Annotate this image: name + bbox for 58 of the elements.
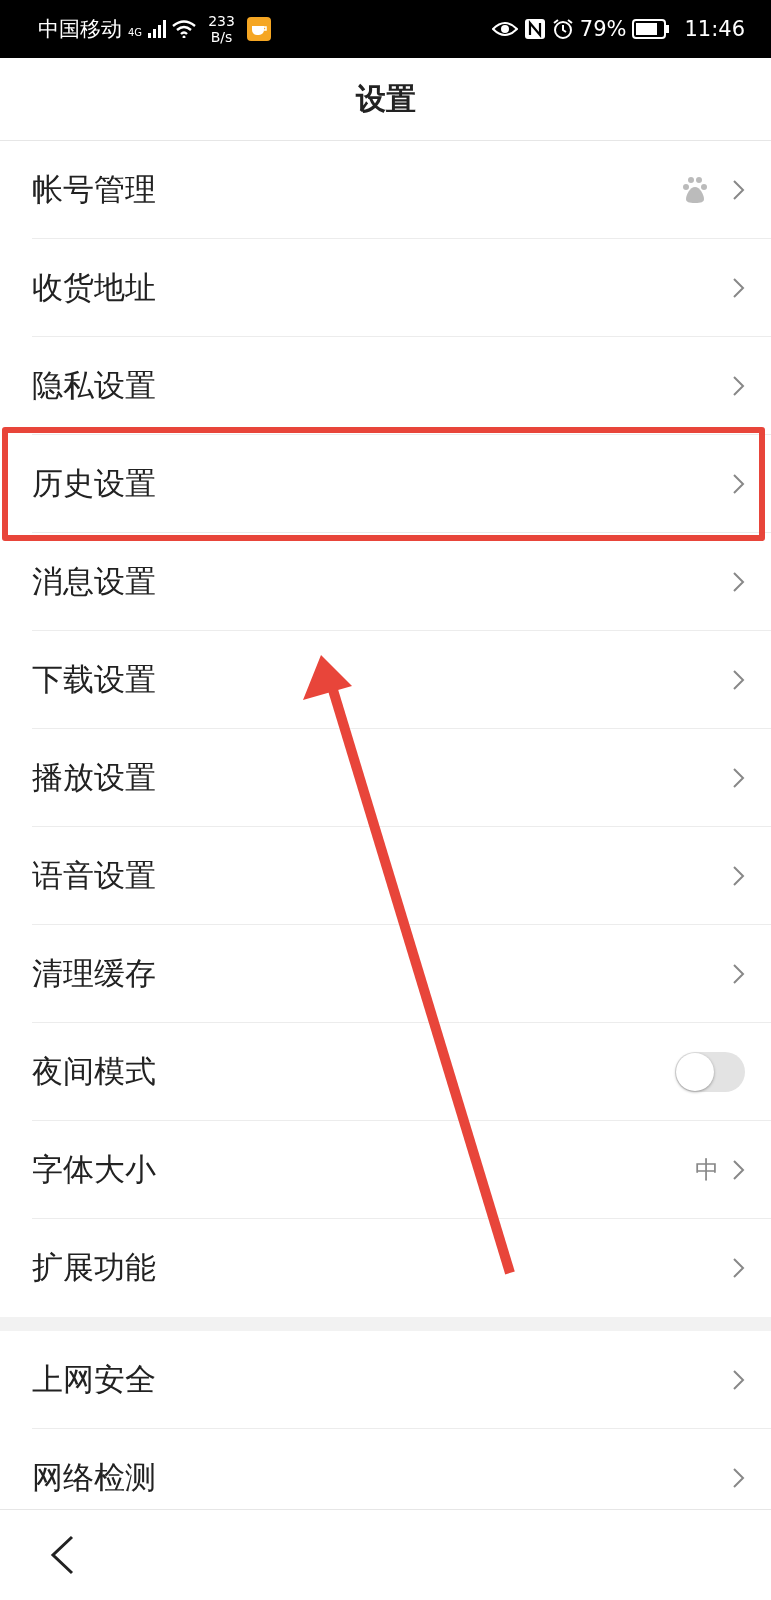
item-label: 播放设置 xyxy=(32,757,157,797)
item-label: 网络检测 xyxy=(32,1458,157,1497)
item-label: 收货地址 xyxy=(32,267,157,307)
cup-icon xyxy=(246,17,271,41)
wifi-icon xyxy=(172,20,197,38)
carrier-name: 中国移动 xyxy=(38,16,122,43)
settings-item[interactable]: 语音设置 xyxy=(32,827,771,925)
clock-time: 11:46 xyxy=(684,17,745,41)
speed-unit: B/s xyxy=(210,29,233,45)
battery-icon xyxy=(632,19,671,39)
item-label: 清理缓存 xyxy=(32,953,157,993)
alarm-icon xyxy=(551,18,574,40)
chevron-right-icon xyxy=(733,179,745,200)
settings-item[interactable]: 网络检测 xyxy=(32,1429,771,1509)
settings-item[interactable]: 消息设置 xyxy=(32,533,771,631)
item-label: 上网安全 xyxy=(32,1359,157,1399)
settings-item[interactable]: 夜间模式 xyxy=(32,1023,771,1121)
settings-item[interactable]: 历史设置 xyxy=(32,435,771,533)
settings-item[interactable]: 字体大小 中 xyxy=(32,1121,771,1219)
signal-icon xyxy=(148,20,167,38)
settings-item[interactable]: 收货地址 xyxy=(32,239,771,337)
setting-value: 中 xyxy=(695,1154,719,1186)
chevron-right-icon xyxy=(733,1159,745,1180)
item-label: 历史设置 xyxy=(32,463,157,503)
settings-item[interactable]: 扩展功能 xyxy=(32,1219,771,1317)
battery-percent: 79% xyxy=(579,17,627,41)
paw-icon xyxy=(681,175,709,204)
nfc-icon xyxy=(523,18,546,40)
network-type: 4G xyxy=(128,27,143,38)
chevron-right-icon xyxy=(733,1369,745,1390)
speed-value: 233 xyxy=(208,13,235,29)
item-label: 帐号管理 xyxy=(32,169,157,209)
settings-item[interactable]: 清理缓存 xyxy=(32,925,771,1023)
chevron-right-icon xyxy=(733,865,745,886)
item-label: 隐私设置 xyxy=(32,365,157,405)
eye-icon xyxy=(491,20,518,38)
settings-item[interactable]: 隐私设置 xyxy=(32,337,771,435)
chevron-right-icon xyxy=(733,375,745,396)
chevron-right-icon xyxy=(733,963,745,984)
chevron-right-icon xyxy=(733,277,745,298)
chevron-right-icon xyxy=(733,1468,745,1488)
back-icon[interactable] xyxy=(50,1535,74,1575)
item-label: 语音设置 xyxy=(32,855,157,895)
chevron-right-icon xyxy=(733,767,745,788)
chevron-right-icon xyxy=(733,473,745,494)
settings-item[interactable]: 帐号管理 xyxy=(32,141,771,239)
settings-item[interactable]: 上网安全 xyxy=(32,1331,771,1429)
page-title: 设置 xyxy=(355,79,416,118)
item-label: 夜间模式 xyxy=(32,1051,157,1091)
settings-item[interactable]: 播放设置 xyxy=(32,729,771,827)
item-label: 扩展功能 xyxy=(32,1248,157,1287)
item-label: 下载设置 xyxy=(32,659,157,699)
chevron-right-icon xyxy=(733,669,745,690)
chevron-right-icon xyxy=(733,1258,745,1278)
chevron-right-icon xyxy=(733,571,745,592)
item-label: 消息设置 xyxy=(32,561,157,601)
item-label: 字体大小 xyxy=(32,1149,157,1189)
toggle-switch[interactable] xyxy=(675,1051,745,1092)
